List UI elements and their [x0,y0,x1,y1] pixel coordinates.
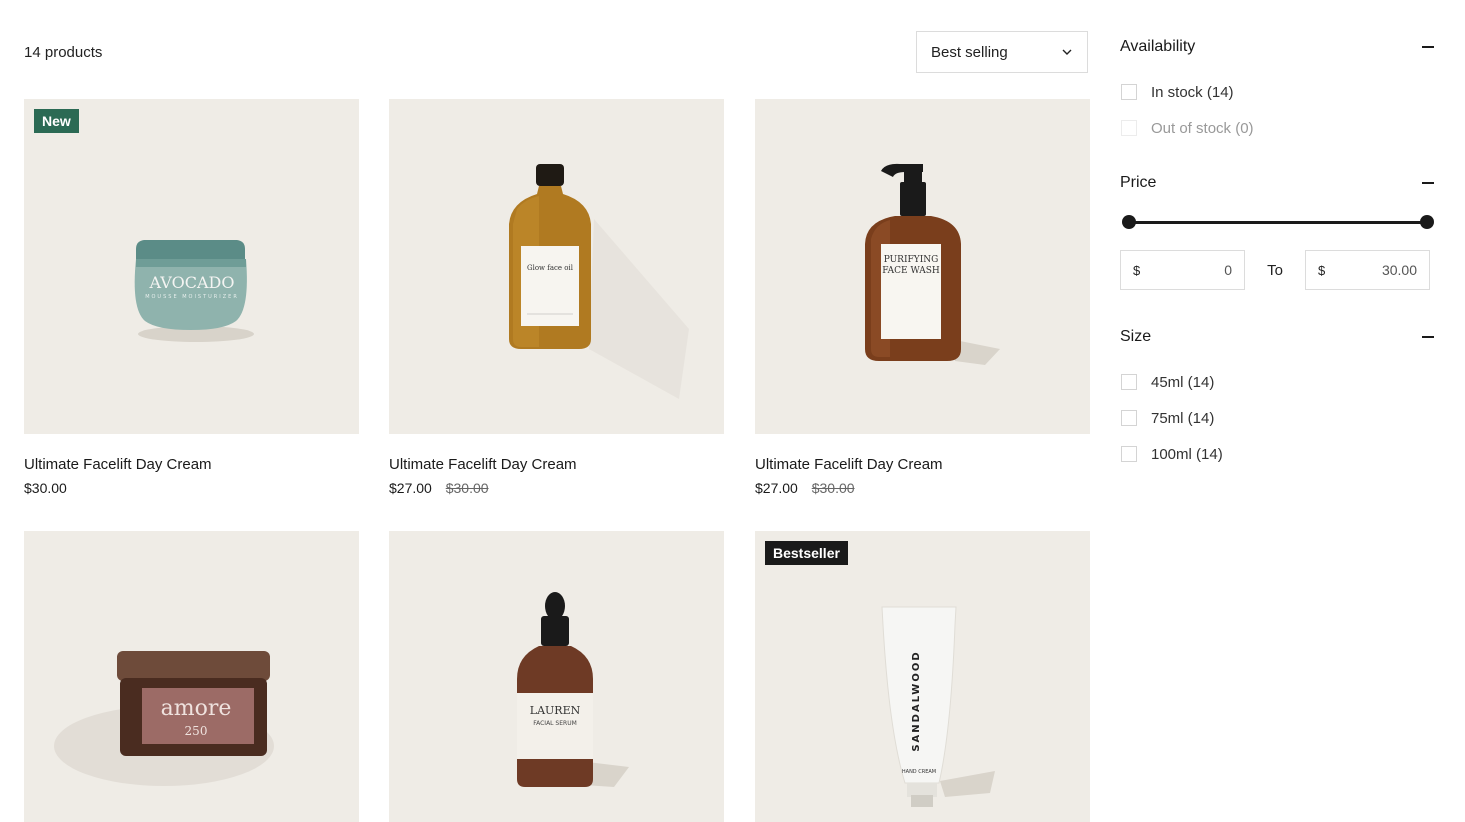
product-price: $30.00 [24,480,359,496]
serum-label-text: LAUREN [530,704,581,717]
product-title[interactable]: Ultimate Facelift Day Cream [755,456,1090,473]
option-label: 45ml (14) [1151,373,1215,391]
compare-price: $30.00 [445,480,489,496]
sale-price: $30.00 [24,480,67,496]
filter-size-header[interactable]: Size [1120,326,1434,348]
product-image[interactable]: amore 250 [24,531,359,822]
product-image[interactable]: Glow face oil [389,99,724,434]
slider-track [1128,221,1426,224]
product-image[interactable]: New AVOCADO MOUSSE MOISTURIZER [24,99,359,434]
tin-label-text: amore [161,696,232,721]
product-title[interactable]: Ultimate Facelift Day Cream [24,456,359,473]
serum-sublabel-text: FACIAL SERUM [533,720,577,727]
price-min-value: 0 [1224,262,1232,278]
face-wash-pump-image: PURIFYING FACE WASH [865,163,1000,365]
currency-symbol: $ [1133,262,1141,278]
option-label: Out of stock (0) [1151,119,1254,137]
jar-label-text: AVOCADO [149,273,235,292]
collapse-icon[interactable] [1422,182,1434,184]
sale-price: $27.00 [755,480,798,496]
pump-label-text-2: FACE WASH [882,266,940,276]
avocado-jar-image: AVOCADO MOUSSE MOISTURIZER [134,240,254,342]
price-inputs: $ 0 To $ 30.00 [1120,250,1434,290]
checkbox[interactable] [1121,410,1137,426]
option-label: In stock (14) [1151,83,1234,101]
filter-option-in-stock[interactable]: In stock (14) [1120,74,1434,110]
face-oil-bottle-image: Glow face oil [509,164,689,399]
badge-new: New [34,109,79,133]
product-card: amore 250 [24,531,359,822]
filter-heading: Size [1120,328,1152,345]
bottle-label-text: Glow face oil [527,264,574,272]
product-card: Bestseller SANDALWOOD HAND CREAM [755,531,1090,822]
tube-sublabel-text: HAND CREAM [902,769,936,775]
serum-dropper-image: LAUREN FACIAL SERUM [517,592,629,787]
collapse-icon[interactable] [1422,46,1434,48]
checkbox[interactable] [1121,446,1137,462]
product-count: 14 products [24,44,103,61]
checkbox[interactable] [1121,84,1137,100]
checkbox [1121,120,1137,136]
product-price: $27.00 $30.00 [389,480,724,496]
tube-label-text: SANDALWOOD [911,650,922,751]
filter-heading: Availability [1120,38,1196,55]
filter-sidebar: Availability In stock (14) Out of stock … [1120,36,1434,472]
product-card: LAUREN FACIAL SERUM [389,531,724,822]
collapse-icon[interactable] [1422,336,1434,338]
tin-sublabel-text: 250 [185,724,208,738]
chevron-down-icon [1062,49,1072,55]
checkbox[interactable] [1121,374,1137,390]
product-card: Glow face oil Ultimate Facelift Day Crea… [389,99,724,496]
price-to-label: To [1267,261,1283,279]
badge-bestseller: Bestseller [765,541,848,565]
product-image[interactable]: PURIFYING FACE WASH [755,99,1090,434]
product-image[interactable]: LAUREN FACIAL SERUM [389,531,724,822]
price-range-slider[interactable] [1120,214,1434,230]
amore-tin-image: amore 250 [54,651,274,786]
sort-label: Best selling [931,43,1008,61]
product-price: $27.00 $30.00 [755,480,1090,496]
filter-option-75ml[interactable]: 75ml (14) [1120,400,1434,436]
currency-symbol: $ [1318,262,1326,278]
product-card: PURIFYING FACE WASH Ultimate Facelift Da… [755,99,1090,496]
slider-max-handle[interactable] [1420,215,1434,229]
product-title[interactable]: Ultimate Facelift Day Cream [389,456,724,473]
price-min-input[interactable]: $ 0 [1120,250,1245,290]
jar-sublabel-text: MOUSSE MOISTURIZER [145,294,239,300]
collection-page: 14 products Best selling New AVOCADO MOU… [0,0,1465,822]
slider-min-handle[interactable] [1122,215,1136,229]
filter-option-100ml[interactable]: 100ml (14) [1120,436,1434,472]
filter-heading: Price [1120,174,1157,191]
price-max-value: 30.00 [1381,262,1417,278]
price-max-input[interactable]: $ 30.00 [1305,250,1430,290]
filter-option-out-of-stock: Out of stock (0) [1120,110,1434,146]
option-label: 75ml (14) [1151,409,1215,427]
sort-dropdown[interactable]: Best selling [916,31,1088,73]
sale-price: $27.00 [389,480,432,496]
option-label: 100ml (14) [1151,445,1223,463]
hand-cream-tube-image: SANDALWOOD HAND CREAM [881,606,995,807]
pump-label-text: PURIFYING [884,255,939,265]
filter-option-45ml[interactable]: 45ml (14) [1120,364,1434,400]
filter-availability-header[interactable]: Availability [1120,36,1434,58]
product-image[interactable]: Bestseller SANDALWOOD HAND CREAM [755,531,1090,822]
product-card: New AVOCADO MOUSSE MOISTURIZER Ultimate … [24,99,359,496]
compare-price: $30.00 [811,480,855,496]
filter-price-header[interactable]: Price [1120,172,1434,194]
